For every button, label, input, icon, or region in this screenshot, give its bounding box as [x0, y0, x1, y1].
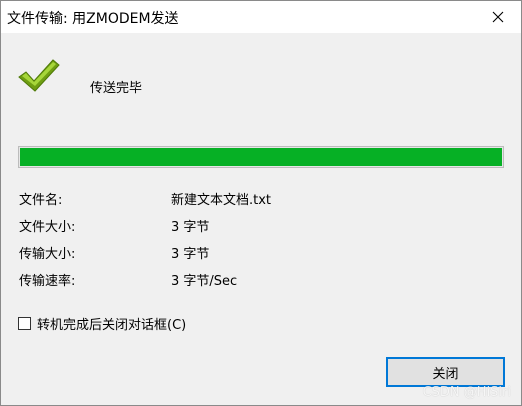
progress-fill: [20, 148, 502, 166]
watermark-text: CSDN @HiSiri: [422, 385, 511, 400]
transfer-rate-value: 3 字节/Sec: [171, 274, 238, 289]
transfer-size-value: 3 字节: [171, 247, 210, 262]
auto-close-label: 转机完成后关闭对话框(C): [37, 318, 187, 333]
transfer-rate-label: 传输速率:: [19, 274, 76, 289]
file-name-value: 新建文本文档.txt: [171, 193, 272, 208]
checkbox-box[interactable]: [18, 317, 31, 330]
title-bar[interactable]: 文件传输: 用ZMODEM发送: [1, 1, 521, 33]
file-size-value: 3 字节: [171, 220, 210, 235]
window-title: 文件传输: 用ZMODEM发送: [7, 11, 179, 27]
auto-close-checkbox[interactable]: 转机完成后关闭对话框(C): [18, 314, 186, 333]
transfer-progress-bar: [18, 146, 504, 168]
file-name-label: 文件名:: [19, 193, 63, 208]
file-size-label: 文件大小:: [19, 220, 76, 235]
transfer-size-label: 传输大小:: [19, 247, 76, 262]
file-transfer-dialog: 文件传输: 用ZMODEM发送 传送完毕 文件名: 新建文本文档.txt 文件大…: [0, 0, 522, 406]
checkmark-icon: [18, 59, 60, 92]
close-window-button[interactable]: [475, 1, 521, 33]
transfer-status-text: 传送完毕: [90, 81, 143, 96]
close-button[interactable]: 关闭: [386, 357, 505, 387]
close-icon: [492, 11, 504, 23]
